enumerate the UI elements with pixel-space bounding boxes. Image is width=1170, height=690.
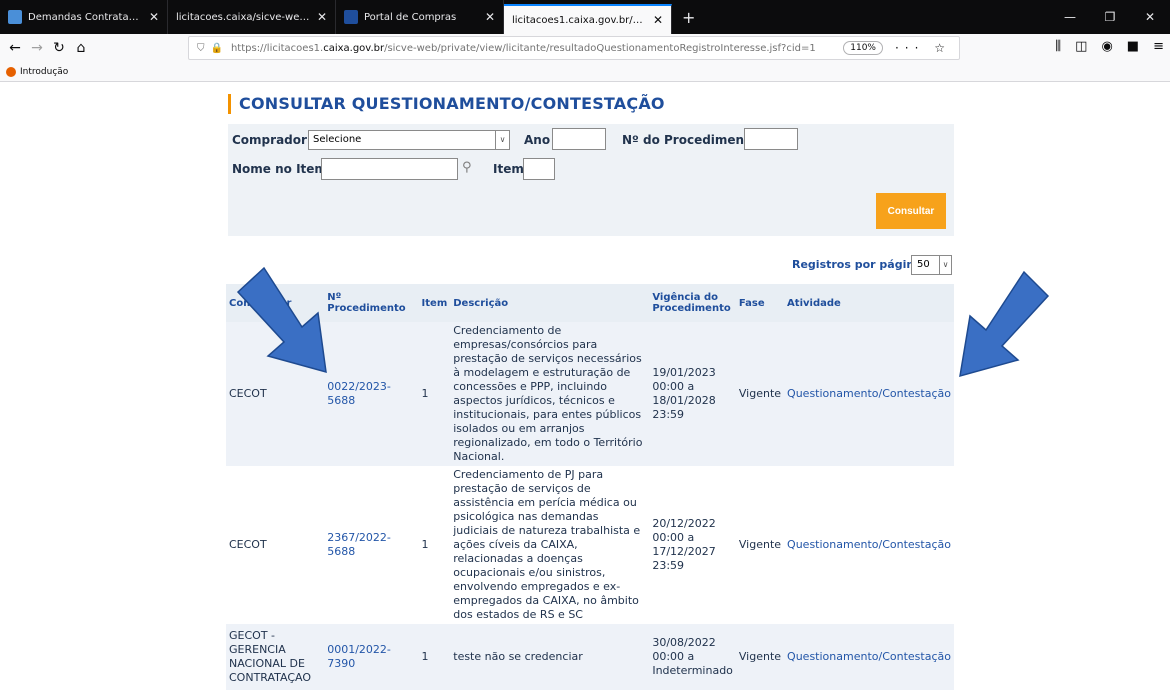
cell-item: 1	[418, 322, 451, 466]
cell-comprador: CECOT	[226, 322, 325, 466]
chevron-down-icon: ∨	[939, 256, 951, 274]
procedimento-link[interactable]: 2367/2022-5688	[324, 466, 418, 624]
tab-licitacoes-active[interactable]: licitacoes1.caixa.gov.br/sicve-web/ ✕	[504, 4, 672, 34]
questionamento-link[interactable]: Questionamento/Contestação	[784, 322, 954, 466]
search-icon[interactable]: ⚲	[462, 160, 472, 175]
account-icon[interactable]: ◉	[1101, 39, 1112, 54]
per-page-select[interactable]: 50 ∨	[911, 255, 952, 275]
new-tab-button[interactable]: +	[672, 0, 705, 34]
table-row: CECOT 0022/2023-5688 1 Credenciamento de…	[226, 322, 954, 466]
cell-item: 1	[418, 624, 451, 690]
bookmark-introducao[interactable]: Introdução	[20, 67, 68, 77]
extension-icon[interactable]: ■	[1127, 39, 1139, 54]
forward-icon[interactable]: →	[26, 40, 48, 56]
tab-title: licitacoes1.caixa.gov.br/sicve-web/	[512, 14, 647, 26]
close-icon[interactable]: ✕	[485, 10, 495, 24]
table-row: CECOT 2367/2022-5688 1 Credenciamento de…	[226, 466, 954, 624]
lock-icon[interactable]: 🔒	[211, 43, 223, 54]
cell-vigencia: 19/01/2023 00:00 a 18/01/2028 23:59	[649, 322, 736, 466]
tab-title: Demandas Contratação	[28, 11, 143, 23]
close-window-icon[interactable]: ✕	[1130, 10, 1170, 24]
restore-icon[interactable]: ❐	[1090, 10, 1130, 24]
close-icon[interactable]: ✕	[149, 10, 159, 24]
header-comprador[interactable]: Comprador	[226, 284, 325, 322]
comprador-label: Comprador:	[232, 133, 312, 147]
tab-favicon-icon	[344, 10, 358, 24]
procedimento-label: Nº do Procedimento	[622, 133, 759, 147]
toolbar-right-icons: ⫼ ◫ ◉ ■ ≡	[1055, 39, 1164, 54]
cell-item: 1	[421, 538, 429, 551]
cell-comprador: GECOT - GERENCIA NACIONAL DE CONTRATAÇAO	[226, 624, 325, 690]
nome-item-label: Nome no Item	[232, 162, 327, 176]
header-procedimento[interactable]: Nº Procedimento	[324, 284, 419, 322]
header-fase[interactable]: Fase	[735, 284, 785, 322]
cell-vigencia: 30/08/2022 00:00 a Indeterminado	[649, 624, 736, 690]
cell-descricao: Credenciamento de empresas/consórcios pa…	[450, 322, 650, 466]
window-controls: — ❐ ✕	[1050, 0, 1170, 34]
header-item[interactable]: Item	[418, 284, 451, 322]
home-icon[interactable]: ⌂	[70, 40, 92, 56]
chevron-down-icon: ∨	[495, 131, 509, 149]
shield-icon[interactable]: ⛉	[197, 43, 205, 54]
page-actions-icon[interactable]: ··· ☆	[895, 41, 951, 55]
per-page-label: Registros por página	[792, 258, 922, 271]
procedimento-link[interactable]: 0022/2023-5688	[324, 322, 419, 466]
navigation-bar: ← → ↻ ⌂ ⛉ 🔒 https://licitacoes1.caixa.go…	[0, 34, 1170, 62]
tab-portal-compras[interactable]: Portal de Compras ✕	[336, 0, 504, 34]
consultar-button[interactable]: Consultar	[876, 193, 946, 229]
tab-title: Portal de Compras	[364, 11, 457, 23]
back-icon[interactable]: ←	[4, 40, 26, 56]
bookmarks-bar: Introdução	[0, 62, 1170, 82]
browser-tab-bar: Demandas Contratação ✕ licitacoes.caixa/…	[0, 0, 1170, 34]
zoom-indicator[interactable]: 110%	[843, 41, 883, 55]
tab-licitacoes-private[interactable]: licitacoes.caixa/sicve-web/private/ ✕	[168, 0, 336, 34]
url-domain: caixa.gov.br	[323, 42, 385, 54]
table-row: GECOT - GERENCIA NACIONAL DE CONTRATAÇAO…	[226, 624, 954, 690]
reload-icon[interactable]: ↻	[48, 40, 70, 56]
sidebar-icon[interactable]: ◫	[1075, 39, 1087, 54]
page-title: CONSULTAR QUESTIONAMENTO/CONTESTAÇÃO	[228, 94, 665, 114]
cell-vigencia: 20/12/2022 00:00 a 17/12/2027 23:59	[652, 517, 716, 572]
filter-panel: Comprador: Selecione ∨ Ano Nº do Procedi…	[228, 124, 954, 236]
procedimento-input[interactable]	[744, 128, 798, 150]
cell-fase: Vigente	[735, 624, 785, 690]
ano-input[interactable]	[552, 128, 606, 150]
minimize-icon[interactable]: —	[1050, 10, 1090, 24]
cell-descricao: teste não se credenciar	[450, 624, 650, 690]
cell-fase: Vigente	[735, 322, 785, 466]
procedimento-link[interactable]: 0001/2022-7390	[324, 624, 419, 690]
tab-favicon-icon	[8, 10, 22, 24]
results-table: Comprador Nº Procedimento Item Descrição…	[226, 284, 954, 690]
item-input[interactable]	[523, 158, 555, 180]
url-text[interactable]: https://licitacoes1.caixa.gov.br/sicve-w…	[231, 43, 843, 54]
header-descricao[interactable]: Descrição	[450, 284, 650, 322]
per-page-value: 50	[917, 259, 930, 270]
menu-icon[interactable]: ≡	[1153, 39, 1164, 54]
close-icon[interactable]: ✕	[653, 13, 663, 27]
close-icon[interactable]: ✕	[317, 10, 327, 24]
url-bar[interactable]: ⛉ 🔒 https://licitacoes1.caixa.gov.br/sic…	[188, 36, 960, 60]
tab-demandas[interactable]: Demandas Contratação ✕	[0, 0, 168, 34]
firefox-icon	[6, 66, 16, 77]
header-atividade[interactable]: Atividade	[784, 284, 954, 322]
nome-item-input[interactable]	[321, 158, 458, 180]
cell-comprador: CECOT	[229, 538, 267, 551]
comprador-select-value: Selecione	[313, 134, 362, 145]
tab-title: licitacoes.caixa/sicve-web/private/	[176, 11, 311, 23]
ano-label: Ano	[524, 133, 551, 147]
item-label: Item	[493, 162, 524, 176]
cell-fase: Vigente	[738, 538, 782, 551]
questionamento-link[interactable]: Questionamento/Contestação	[784, 624, 954, 690]
comprador-select[interactable]: Selecione ∨	[308, 130, 510, 150]
table-header-row: Comprador Nº Procedimento Item Descrição…	[226, 284, 954, 322]
page-content: CONSULTAR QUESTIONAMENTO/CONTESTAÇÃO Com…	[0, 82, 1170, 690]
library-icon[interactable]: ⫼	[1055, 39, 1061, 54]
header-vigencia[interactable]: Vigência do Procedimento	[649, 284, 736, 322]
cell-descricao: Credenciamento de PJ para prestação de s…	[453, 468, 641, 621]
questionamento-link[interactable]: Questionamento/Contestação	[784, 466, 954, 624]
